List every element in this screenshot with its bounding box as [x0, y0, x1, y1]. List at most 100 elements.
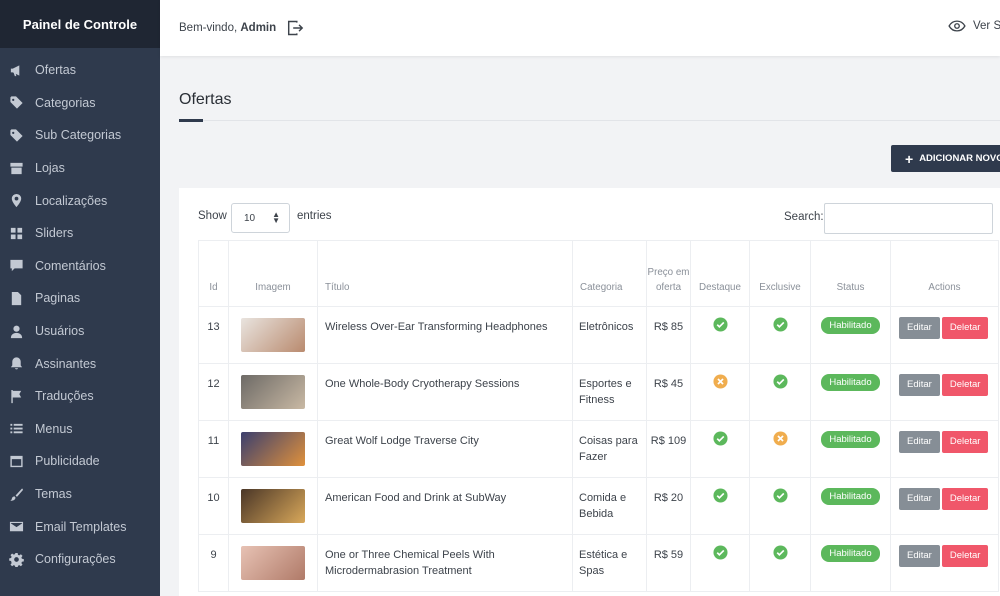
search-input[interactable] — [824, 203, 993, 234]
search-label: Search: — [784, 211, 824, 223]
add-new-label: ADICIONAR NOVO — [919, 153, 1000, 164]
sidebar-item-paginas[interactable]: Paginas — [0, 282, 160, 315]
x-circle-icon[interactable] — [712, 374, 728, 389]
status-badge[interactable]: Habilitado — [821, 317, 880, 334]
check-icon[interactable] — [772, 488, 788, 503]
col-header-price[interactable]: Preço em oferta — [646, 240, 691, 307]
sidebar-item-temas[interactable]: Temas — [0, 478, 160, 511]
sidebar-brand[interactable]: Painel de Controle — [0, 0, 160, 48]
sidebar-item-assinantes[interactable]: Assinantes — [0, 347, 160, 380]
table-row: 13 Wireless Over-Ear Transforming Headpho… — [198, 306, 999, 364]
row-id: 13 — [198, 306, 229, 364]
row-actions: Editar Deletar — [890, 363, 999, 421]
row-title: Wireless Over-Ear Transforming Headphone… — [317, 306, 573, 364]
sidebar-item-label: Ofertas — [35, 63, 76, 78]
sidebar-item-configurações[interactable]: Configurações — [0, 543, 160, 576]
row-featured — [690, 477, 750, 535]
topbar: Bem-vindo, Admin Ver Site — [160, 0, 1000, 56]
file-icon — [8, 290, 24, 306]
check-icon[interactable] — [772, 317, 788, 332]
col-header-status[interactable]: Status — [810, 240, 891, 307]
edit-button[interactable]: Editar — [899, 317, 940, 339]
row-category: Comida e Bebida — [572, 477, 647, 535]
sidebar-item-menus[interactable]: Menus — [0, 413, 160, 446]
add-new-button[interactable]: + ADICIONAR NOVO — [891, 145, 1000, 172]
row-image-cell — [228, 306, 318, 364]
row-actions: Editar Deletar — [890, 420, 999, 478]
col-header-id[interactable]: Id — [198, 240, 229, 307]
table-body: 13 Wireless Over-Ear Transforming Headpho… — [198, 306, 999, 592]
row-exclusive — [749, 306, 811, 364]
offers-card: Show 10 ▲ ▼ entries Search: Id Imagem Tít… — [179, 188, 1000, 596]
sidebar-item-label: Traduções — [35, 389, 94, 404]
sidebar-item-comentários[interactable]: Comentários — [0, 250, 160, 283]
sidebar-item-traduções[interactable]: Traduções — [0, 380, 160, 413]
check-icon[interactable] — [712, 488, 728, 503]
offer-thumbnail[interactable] — [241, 489, 305, 523]
eye-icon — [948, 20, 966, 32]
row-price: R$ 59 — [646, 534, 691, 592]
sidebar-item-label: Configurações — [35, 552, 116, 567]
entries-select[interactable]: 10 ▲ ▼ — [231, 203, 290, 233]
check-icon[interactable] — [712, 431, 728, 446]
sidebar-item-usuários[interactable]: Usuários — [0, 315, 160, 348]
sidebar-item-label: Categorias — [35, 95, 96, 110]
show-label: Show — [198, 210, 227, 222]
check-icon[interactable] — [712, 317, 728, 332]
table-row: 10 American Food and Drink at SubWay Comid… — [198, 477, 999, 535]
col-header-category[interactable]: Categoria — [572, 240, 647, 307]
x-circle-icon[interactable] — [772, 431, 788, 446]
sidebar-item-ofertas[interactable]: Ofertas — [0, 54, 160, 87]
view-site-label: Ver Site — [973, 20, 1000, 32]
delete-button[interactable]: Deletar — [941, 374, 989, 396]
edit-button[interactable]: Editar — [899, 374, 940, 396]
edit-button[interactable]: Editar — [899, 545, 940, 567]
offer-thumbnail[interactable] — [241, 546, 305, 580]
edit-button[interactable]: Editar — [899, 488, 940, 510]
col-header-exclusive[interactable]: Exclusive — [749, 240, 811, 307]
sidebar-item-sub-categorias[interactable]: Sub Categorias — [0, 119, 160, 152]
col-header-image[interactable]: Imagem — [228, 240, 318, 307]
offers-table: Id Imagem Título Categoria Preço em ofer… — [198, 240, 999, 592]
offer-thumbnail[interactable] — [241, 432, 305, 466]
sidebar-item-label: Sliders — [35, 226, 74, 241]
sidebar-item-lojas[interactable]: Lojas — [0, 152, 160, 185]
sidebar-item-label: Usuários — [35, 324, 85, 339]
sidebar-item-localizações[interactable]: Localizações — [0, 184, 160, 217]
check-icon[interactable] — [772, 545, 788, 560]
status-badge[interactable]: Habilitado — [821, 374, 880, 391]
sidebar-item-label: Assinantes — [35, 356, 97, 371]
offer-thumbnail[interactable] — [241, 318, 305, 352]
row-exclusive — [749, 420, 811, 478]
row-id: 9 — [198, 534, 229, 592]
row-featured — [690, 306, 750, 364]
table-row: 11 Great Wolf Lodge Traverse City Coisas p… — [198, 420, 999, 478]
logout-icon[interactable] — [286, 19, 304, 37]
col-header-actions[interactable]: Actions — [890, 240, 999, 307]
row-image-cell — [228, 420, 318, 478]
row-exclusive — [749, 534, 811, 592]
sidebar-item-sliders[interactable]: Sliders — [0, 217, 160, 250]
col-header-featured[interactable]: Destaque — [690, 240, 750, 307]
offer-thumbnail[interactable] — [241, 375, 305, 409]
delete-button[interactable]: Deletar — [941, 317, 989, 339]
status-badge[interactable]: Habilitado — [821, 431, 880, 448]
row-actions: Editar Deletar — [890, 534, 999, 592]
check-icon[interactable] — [712, 545, 728, 560]
sidebar-item-label: Publicidade — [35, 454, 100, 469]
row-image-cell — [228, 477, 318, 535]
status-badge[interactable]: Habilitado — [821, 488, 880, 505]
delete-button[interactable]: Deletar — [941, 488, 989, 510]
edit-button[interactable]: Editar — [899, 431, 940, 453]
sidebar-item-categorias[interactable]: Categorias — [0, 87, 160, 120]
sidebar-item-email-templates[interactable]: Email Templates — [0, 510, 160, 543]
status-badge[interactable]: Habilitado — [821, 545, 880, 562]
col-header-title[interactable]: Título — [317, 240, 573, 307]
delete-button[interactable]: Deletar — [941, 431, 989, 453]
list-icon — [8, 421, 24, 437]
delete-button[interactable]: Deletar — [941, 545, 989, 567]
sidebar-item-publicidade[interactable]: Publicidade — [0, 445, 160, 478]
view-site-link[interactable]: Ver Site — [948, 19, 1000, 33]
sidebar-item-label: Lojas — [35, 161, 65, 176]
check-icon[interactable] — [772, 374, 788, 389]
